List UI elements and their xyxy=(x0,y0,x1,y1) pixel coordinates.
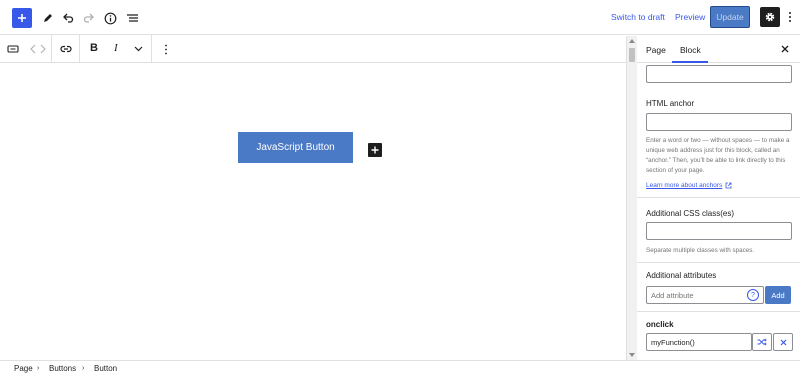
italic-button[interactable]: I xyxy=(114,42,118,54)
html-anchor-help: Enter a word or two — without spaces — t… xyxy=(646,137,790,174)
panel-divider xyxy=(637,311,800,312)
settings-sidebar: Page Block HTML anchor Enter a word or t… xyxy=(637,35,800,360)
javascript-button-block[interactable]: JavaScript Button xyxy=(238,132,353,163)
chevron-right-icon xyxy=(40,44,46,54)
more-formatting-button[interactable] xyxy=(130,41,146,57)
onclick-input[interactable]: myFunction() xyxy=(646,333,752,351)
options-menu-button[interactable] xyxy=(785,9,795,25)
css-class-label: Additional CSS class(es) xyxy=(646,209,735,218)
close-sidebar-button[interactable] xyxy=(779,43,791,55)
html-anchor-label: HTML anchor xyxy=(646,99,695,108)
editor-canvas[interactable]: JavaScript Button xyxy=(0,64,626,360)
learn-more-row: Learn more about anchors xyxy=(646,182,732,189)
add-attribute-placeholder: Add attribute xyxy=(651,291,694,300)
more-vertical-icon xyxy=(165,44,167,54)
bold-button[interactable]: B xyxy=(90,42,98,54)
onclick-label: onclick xyxy=(646,320,674,329)
edit-tool-button[interactable] xyxy=(38,8,58,28)
close-icon xyxy=(780,339,786,345)
scroll-down-arrow-icon[interactable] xyxy=(629,353,635,357)
panel-divider xyxy=(637,262,800,263)
undo-icon xyxy=(63,13,74,23)
editor-header: Switch to draft Preview Update xyxy=(0,0,800,35)
html-anchor-input[interactable] xyxy=(646,113,792,131)
panel-divider xyxy=(637,197,800,198)
breadcrumb: Page › Buttons › Button xyxy=(0,360,800,375)
list-view-icon xyxy=(126,14,138,22)
gear-icon xyxy=(765,12,775,22)
toolbar-divider xyxy=(151,35,152,63)
move-right-button[interactable] xyxy=(35,41,51,57)
css-class-input[interactable] xyxy=(646,222,792,240)
settings-button[interactable] xyxy=(760,7,780,27)
help-icon[interactable]: ? xyxy=(747,289,759,301)
info-icon xyxy=(104,12,116,24)
redo-button[interactable] xyxy=(79,8,99,28)
css-class-help: Separate multiple classes with spaces. xyxy=(646,247,755,254)
chevron-down-icon xyxy=(134,46,142,52)
details-button[interactable] xyxy=(100,8,120,28)
pencil-icon xyxy=(44,14,52,22)
chevron-right-icon: › xyxy=(37,365,40,372)
tab-block[interactable]: Block xyxy=(680,45,701,55)
undo-button[interactable] xyxy=(58,8,78,28)
block-type-button[interactable] xyxy=(5,41,21,57)
list-view-button[interactable] xyxy=(122,8,142,28)
redo-icon xyxy=(83,13,94,23)
toolbar-divider xyxy=(51,35,52,63)
switch-to-draft-link[interactable]: Switch to draft xyxy=(611,12,665,22)
preview-link[interactable]: Preview xyxy=(675,12,705,22)
sidebar-tabs: Page Block xyxy=(637,35,800,63)
learn-more-anchors-link[interactable]: Learn more about anchors xyxy=(646,182,722,189)
chevron-right-icon: › xyxy=(82,365,85,372)
shuffle-icon xyxy=(757,338,767,346)
onclick-shuffle-button[interactable] xyxy=(752,333,772,351)
canvas-scrollbar[interactable] xyxy=(626,36,637,360)
onclick-remove-button[interactable] xyxy=(773,333,793,351)
add-attribute-button[interactable]: Add xyxy=(765,286,791,304)
close-icon xyxy=(781,45,789,53)
breadcrumb-item-page[interactable]: Page xyxy=(14,364,33,373)
breadcrumb-item-buttons[interactable]: Buttons xyxy=(49,364,76,373)
external-link-icon xyxy=(725,182,732,189)
update-button[interactable]: Update xyxy=(710,6,750,28)
plus-icon xyxy=(18,14,26,22)
block-toolbar: B I xyxy=(0,35,626,63)
more-vertical-icon xyxy=(789,12,791,22)
toolbar-divider xyxy=(79,35,80,63)
button-block-icon xyxy=(7,45,19,53)
add-block-button[interactable] xyxy=(12,8,32,28)
block-inserter-button[interactable] xyxy=(368,143,382,157)
tab-page[interactable]: Page xyxy=(646,45,666,55)
link-icon xyxy=(60,45,72,53)
plus-icon xyxy=(371,146,379,154)
additional-attributes-label: Additional attributes xyxy=(646,271,717,280)
active-tab-indicator xyxy=(672,61,708,63)
breadcrumb-item-button[interactable]: Button xyxy=(94,364,117,373)
block-settings-input[interactable] xyxy=(646,65,792,83)
scroll-up-arrow-icon[interactable] xyxy=(629,39,635,43)
link-button[interactable] xyxy=(58,41,74,57)
block-options-button[interactable] xyxy=(158,41,174,57)
onclick-value: myFunction() xyxy=(651,338,695,347)
scrollbar-thumb[interactable] xyxy=(629,48,635,62)
